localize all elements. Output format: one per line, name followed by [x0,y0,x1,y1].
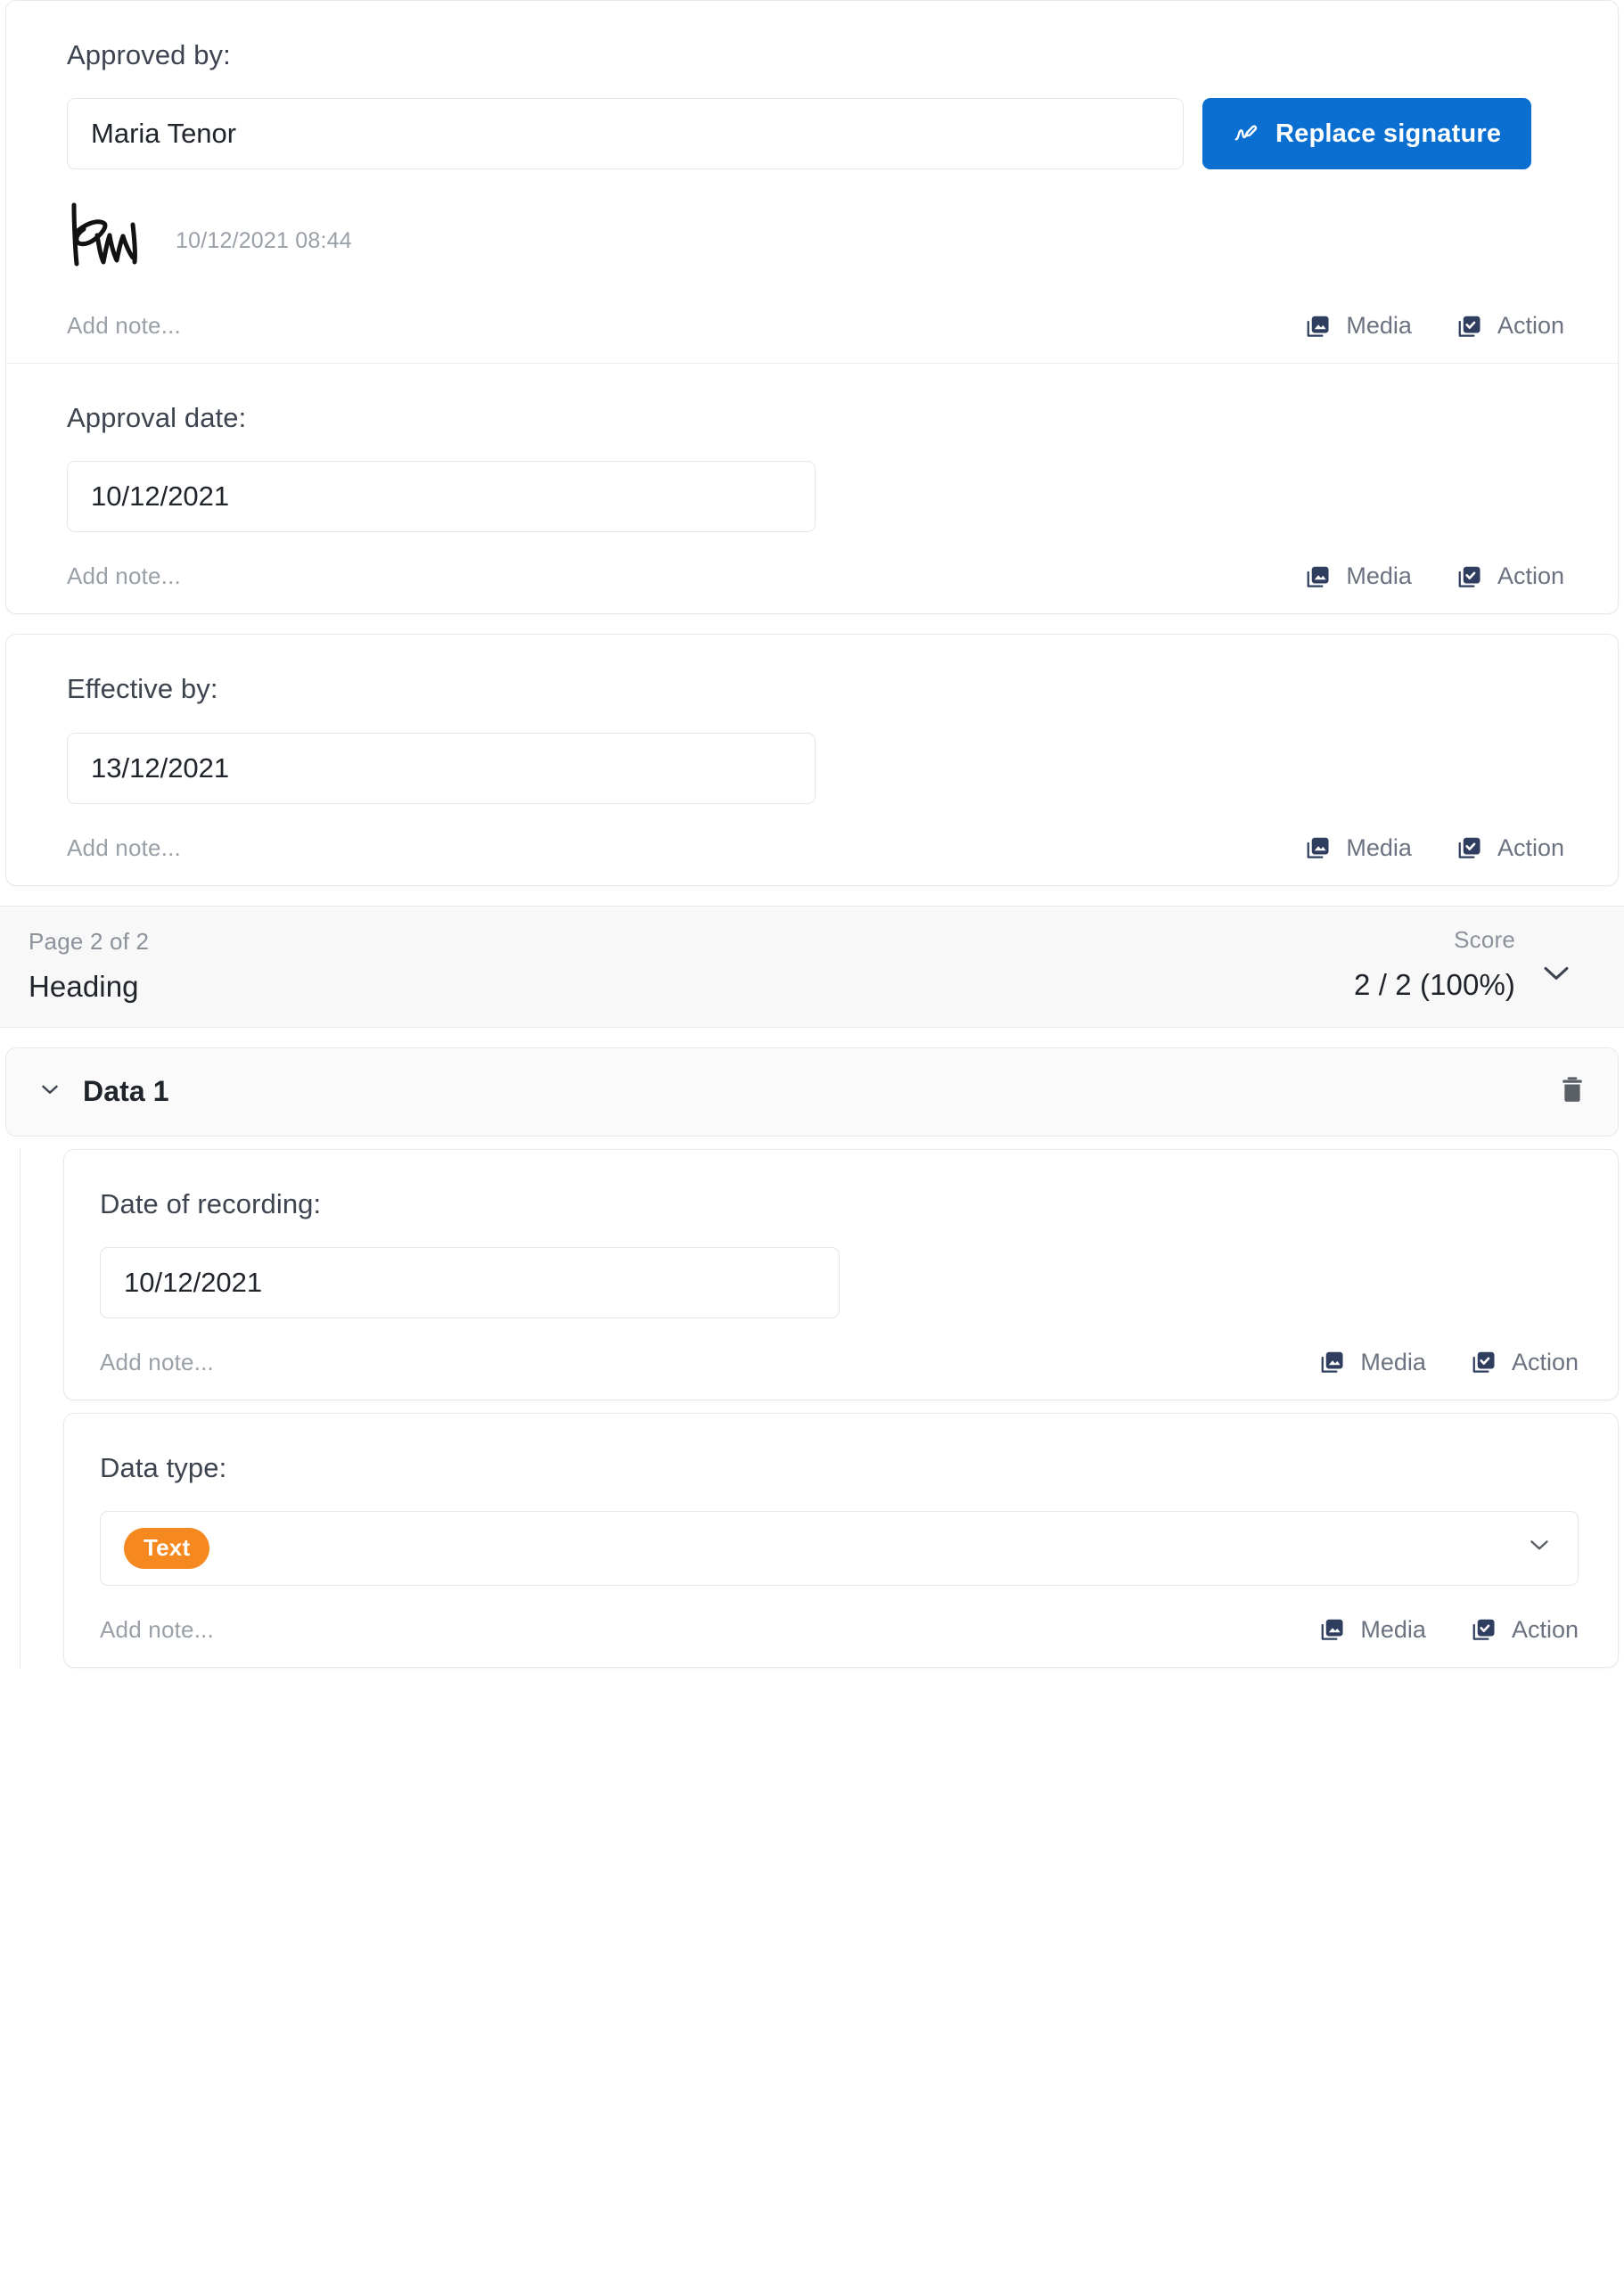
approval-section: Approved by: Maria Tenor Replace signatu… [0,0,1624,886]
media-label: Media [1360,1348,1426,1375]
action-button[interactable]: Action [1471,1616,1579,1644]
action-checkbox-icon [1456,313,1483,340]
media-label: Media [1346,312,1412,340]
date-of-recording-note-row: Add note... Media Action [100,1349,1579,1376]
data-type-card: Data type: Text Add note... Media Action [63,1412,1619,1668]
action-checkbox-icon [1471,1616,1497,1643]
score-value: 2 / 2 (100%) [1354,967,1515,1001]
note-action-group: Media Action [1305,312,1564,340]
approved-by-card: Approved by: Maria Tenor Replace signatu… [5,0,1619,615]
media-image-icon [1319,1349,1346,1375]
approval-date-input[interactable]: 10/12/2021 [67,461,816,533]
approval-date-block: Approval date: 10/12/2021 Add note... Me… [6,364,1618,613]
action-button[interactable]: Action [1456,562,1564,590]
signature-image [67,200,152,282]
action-label: Action [1497,312,1564,340]
media-label: Media [1346,833,1412,861]
group-title: Data 1 [83,1075,169,1108]
group-header-left: Data 1 [37,1075,169,1108]
approval-date-label: Approval date: [67,402,247,434]
trash-icon[interactable] [1557,1073,1587,1110]
page-indicator: Page 2 of 2 [29,927,150,955]
note-action-group: Media Action [1319,1616,1579,1644]
action-label: Action [1497,833,1564,861]
data-type-chip: Text [124,1527,210,1569]
action-checkbox-icon [1456,563,1483,590]
effective-by-block: Effective by: 13/12/2021 Add note... Med… [6,635,1618,884]
approved-by-input[interactable]: Maria Tenor [67,98,1184,170]
media-button[interactable]: Media [1305,312,1412,340]
approved-by-label: Approved by: [67,39,231,70]
action-button[interactable]: Action [1456,312,1564,340]
media-image-icon [1305,834,1332,861]
replace-signature-button[interactable]: Replace signature [1202,98,1532,170]
date-of-recording-card: Date of recording: 10/12/2021 Add note..… [63,1148,1619,1400]
note-action-group: Media Action [1319,1349,1579,1376]
replace-signature-label: Replace signature [1275,119,1502,148]
date-of-recording-label: Date of recording: [100,1187,322,1219]
signature-pen-icon [1233,120,1259,147]
data-type-label: Data type: [100,1451,227,1483]
page-score-bar[interactable]: Page 2 of 2 Heading Score 2 / 2 (100%) [0,905,1624,1028]
action-label: Action [1511,1615,1579,1643]
effective-by-card: Effective by: 13/12/2021 Add note... Med… [5,634,1619,886]
note-action-group: Media Action [1305,562,1564,590]
media-image-icon [1319,1616,1346,1643]
add-note-input[interactable]: Add note... [67,562,181,590]
media-image-icon [1305,563,1332,590]
approved-by-block: Approved by: Maria Tenor Replace signatu… [6,1,1618,363]
group-header-data-1[interactable]: Data 1 [5,1047,1619,1137]
media-button[interactable]: Media [1319,1349,1426,1376]
date-of-recording-block: Date of recording: 10/12/2021 Add note..… [64,1150,1618,1400]
media-label: Media [1346,562,1412,590]
effective-by-input[interactable]: 13/12/2021 [67,732,816,804]
media-image-icon [1305,313,1332,340]
date-of-recording-input[interactable]: 10/12/2021 [100,1246,840,1318]
page-bar-right: Score 2 / 2 (100%) [1354,926,1576,1002]
data-type-note-row: Add note... Media Action [100,1616,1579,1644]
action-checkbox-icon [1456,834,1483,861]
signature-preview: 10/12/2021 08:44 [67,200,1564,282]
effective-by-note-row: Add note... Media Action [67,834,1564,862]
score-column: Score 2 / 2 (100%) [1354,926,1515,1002]
data-type-select[interactable]: Text [100,1510,1579,1586]
page-bar-left: Page 2 of 2 Heading [29,926,149,1004]
score-label: Score [1454,925,1515,953]
note-action-group: Media Action [1305,834,1564,862]
effective-by-label: Effective by: [67,673,218,705]
group-body-data-1: Date of recording: 10/12/2021 Add note..… [20,1148,1624,1668]
add-note-input[interactable]: Add note... [100,1616,214,1644]
media-button[interactable]: Media [1305,562,1412,590]
action-checkbox-icon [1471,1349,1497,1375]
approved-by-note-row: Add note... Media Action [67,312,1564,340]
action-label: Action [1511,1348,1579,1375]
chevron-down-icon[interactable] [1524,1530,1554,1567]
add-note-input[interactable]: Add note... [67,312,181,340]
media-button[interactable]: Media [1305,834,1412,862]
action-button[interactable]: Action [1456,834,1564,862]
signature-timestamp: 10/12/2021 08:44 [176,227,352,253]
approved-by-input-row: Maria Tenor Replace signature [67,71,1564,170]
approval-date-note-row: Add note... Media Action [67,562,1564,590]
page-title: Heading [29,969,139,1003]
add-note-input[interactable]: Add note... [67,834,181,862]
chevron-down-icon[interactable] [1537,953,1576,997]
action-label: Action [1497,562,1564,590]
media-label: Media [1360,1615,1426,1643]
media-button[interactable]: Media [1319,1616,1426,1644]
data-type-block: Data type: Text Add note... Media Action [64,1414,1618,1667]
chevron-down-icon[interactable] [37,1076,63,1107]
action-button[interactable]: Action [1471,1349,1579,1376]
inspection-form-page: Approved by: Maria Tenor Replace signatu… [0,0,1624,2282]
add-note-input[interactable]: Add note... [100,1349,214,1376]
